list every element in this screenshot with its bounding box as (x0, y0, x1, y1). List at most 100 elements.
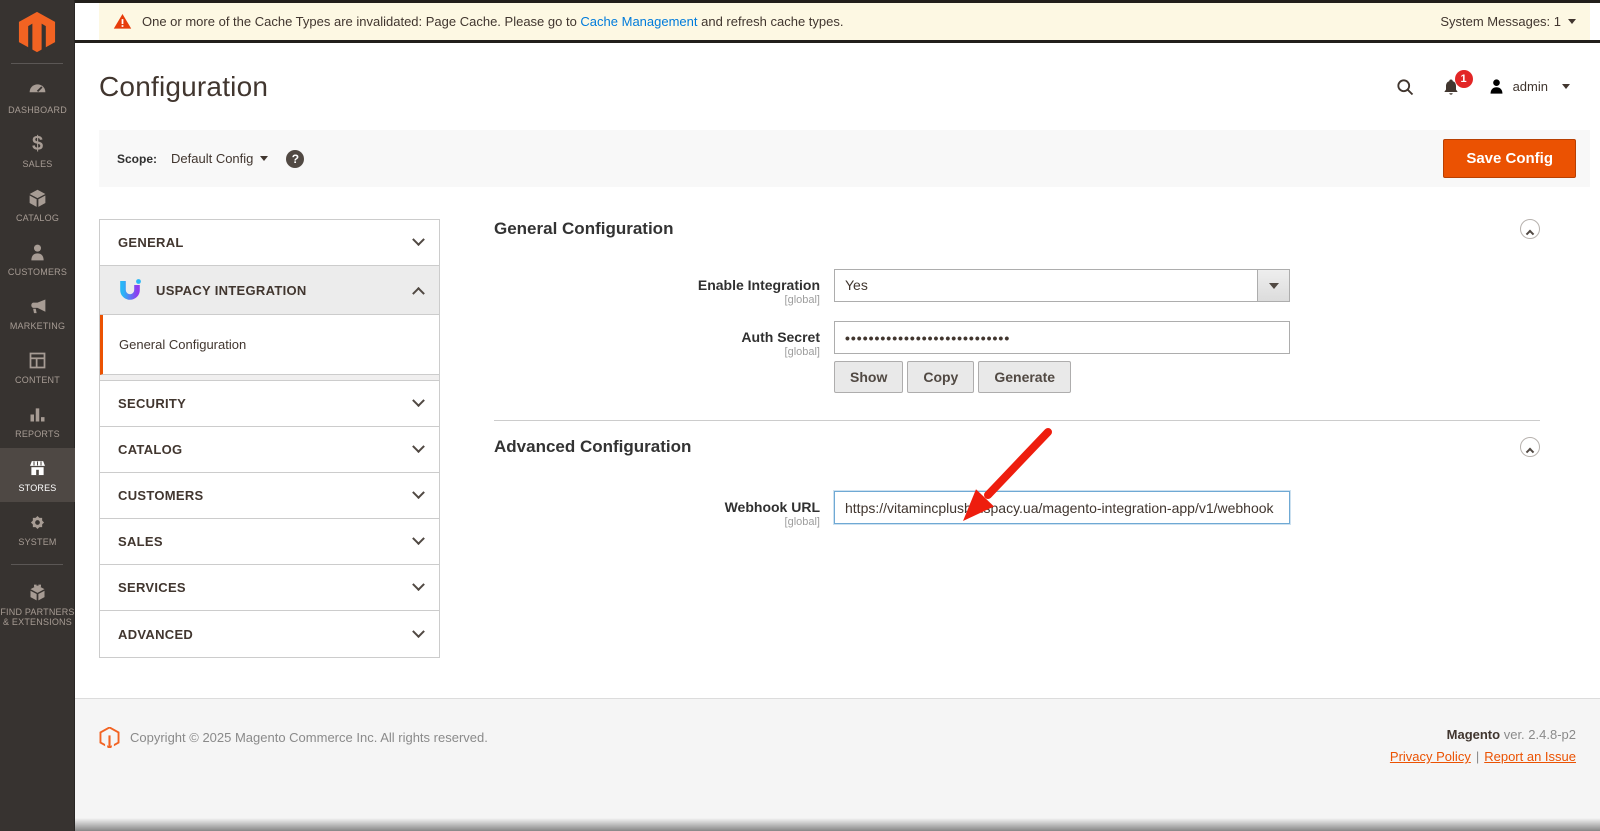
sidebar-item-label: CATALOG (16, 213, 59, 223)
sidebar-divider (11, 564, 63, 565)
sidebar-item-label: SYSTEM (18, 537, 56, 547)
webhook-url-input[interactable] (834, 491, 1290, 524)
scope-label: Scope: (117, 152, 157, 166)
generate-button[interactable]: Generate (978, 361, 1071, 393)
sidebar-item-content[interactable]: CONTENT (0, 340, 75, 394)
sidebar-item-stores[interactable]: STORES (0, 448, 75, 502)
system-messages-toggle[interactable]: System Messages: 1 (1440, 14, 1576, 29)
nav-item-customers[interactable]: CUSTOMERS (100, 473, 439, 519)
field-scope: [global] (494, 294, 820, 306)
cache-warning-text: One or more of the Cache Types are inval… (142, 14, 843, 29)
chevron-down-icon (412, 233, 425, 246)
page-header: Configuration 1 admin (75, 43, 1600, 130)
footer-left: Copyright © 2025 Magento Commerce Inc. A… (99, 727, 488, 748)
chevron-down-icon (1269, 283, 1279, 289)
chevron-down-icon (412, 532, 425, 545)
chevron-down-icon (412, 440, 425, 453)
nav-item-uspacy-integration[interactable]: USPACY INTEGRATION (100, 266, 439, 315)
magento-logo-icon[interactable] (16, 11, 58, 53)
system-message-bar: One or more of the Cache Types are inval… (99, 3, 1590, 40)
sidebar-item-label: CUSTOMERS (8, 267, 67, 277)
sidebar-item-label: REPORTS (15, 429, 60, 439)
sidebar-divider (11, 63, 63, 64)
enable-integration-select[interactable]: Yes (834, 269, 1290, 302)
bar-chart-icon (27, 403, 49, 425)
sidebar-item-label: CONTENT (15, 375, 60, 385)
select-dropdown-button[interactable] (1257, 270, 1289, 301)
layout-icon (27, 349, 49, 371)
sidebar-item-label: FIND PARTNERS& EXTENSIONS (0, 607, 74, 627)
advanced-configuration-section-head: Advanced Configuration (494, 437, 1540, 457)
sidebar-item-find-partners[interactable]: FIND PARTNERS& EXTENSIONS (0, 573, 75, 635)
nav-item-general[interactable]: GENERAL (100, 220, 439, 266)
section-divider (494, 420, 1540, 421)
scope-switcher[interactable]: Default Config (171, 151, 268, 166)
scope-help-button[interactable]: ? (286, 150, 304, 168)
field-control: Yes (834, 269, 1290, 306)
general-configuration-section-head: General Configuration (494, 219, 1540, 239)
field-label: Enable Integration [global] (494, 269, 834, 306)
nav-item-catalog[interactable]: CATALOG (100, 427, 439, 473)
sidebar-item-sales[interactable]: $ SALES (0, 124, 75, 178)
scope-bar: Scope: Default Config ? Save Config (99, 130, 1590, 187)
sidebar-item-customers[interactable]: CUSTOMERS (0, 232, 75, 286)
nav-item-security[interactable]: SECURITY (100, 381, 439, 427)
sidebar-item-marketing[interactable]: MARKETING (0, 286, 75, 340)
cache-management-link[interactable]: Cache Management (580, 14, 697, 29)
sidebar-item-reports[interactable]: REPORTS (0, 394, 75, 448)
nav-subitem-general-configuration[interactable]: General Configuration (100, 315, 439, 375)
extensions-icon (27, 581, 49, 603)
chevron-down-icon (412, 625, 425, 638)
report-issue-link[interactable]: Report an Issue (1484, 749, 1576, 764)
person-icon (27, 241, 49, 263)
save-config-button[interactable]: Save Config (1443, 139, 1576, 178)
auth-secret-row: Auth Secret [global] Show Copy Generate (494, 321, 1540, 393)
sidebar-item-label: MARKETING (10, 321, 65, 331)
notifications-button[interactable]: 1 (1441, 77, 1461, 97)
show-button[interactable]: Show (834, 361, 903, 393)
webhook-url-row: Webhook URL [global] (494, 491, 1540, 528)
admin-sidebar: DASHBOARD $ SALES CATALOG CUSTOMERS MARK… (0, 0, 75, 831)
collapse-advanced-section-button[interactable] (1520, 437, 1540, 457)
magento-admin-screen: DASHBOARD $ SALES CATALOG CUSTOMERS MARK… (0, 0, 1600, 831)
field-control: Show Copy Generate (834, 321, 1290, 393)
sidebar-item-dashboard[interactable]: DASHBOARD (0, 70, 75, 124)
chevron-down-icon (412, 486, 425, 499)
nav-item-services[interactable]: SERVICES (100, 565, 439, 611)
uspacy-logo-icon (118, 278, 142, 302)
field-label: Webhook URL [global] (494, 491, 834, 528)
user-icon (1487, 77, 1506, 96)
sidebar-item-label: STORES (18, 483, 56, 493)
config-section-nav: GENERAL USPACY INTEGRATION General Confi… (99, 219, 440, 658)
privacy-policy-link[interactable]: Privacy Policy (1390, 749, 1471, 764)
nav-item-sales[interactable]: SALES (100, 519, 439, 565)
nav-item-advanced[interactable]: ADVANCED (100, 611, 439, 657)
chevron-down-icon (1562, 84, 1570, 89)
copy-button[interactable]: Copy (907, 361, 974, 393)
footer-links: Privacy Policy|Report an Issue (1390, 749, 1576, 764)
magento-footer-logo-icon (99, 727, 120, 748)
chevron-up-icon (1526, 447, 1534, 455)
config-content: GENERAL USPACY INTEGRATION General Confi… (75, 187, 1600, 697)
auth-secret-buttons: Show Copy Generate (834, 361, 1290, 393)
page-footer: Copyright © 2025 Magento Commerce Inc. A… (75, 698, 1600, 831)
admin-user-menu[interactable]: admin (1487, 77, 1570, 96)
warning-icon (113, 12, 132, 31)
search-icon (1395, 77, 1415, 97)
sidebar-item-system[interactable]: SYSTEM (0, 502, 75, 556)
search-button[interactable] (1395, 77, 1415, 97)
enable-integration-row: Enable Integration [global] Yes (494, 269, 1540, 306)
notification-count-badge: 1 (1455, 70, 1473, 88)
sidebar-item-catalog[interactable]: CATALOG (0, 178, 75, 232)
gear-icon (27, 511, 49, 533)
storefront-icon (27, 457, 49, 479)
megaphone-icon (27, 295, 49, 317)
chevron-down-icon (412, 394, 425, 407)
version-text: Magento ver. 2.4.8-p2 (1390, 727, 1576, 742)
collapse-general-section-button[interactable] (1520, 219, 1540, 239)
chevron-down-icon (412, 578, 425, 591)
auth-secret-input[interactable] (834, 321, 1290, 354)
footer-right: Magento ver. 2.4.8-p2 Privacy Policy|Rep… (1390, 727, 1576, 764)
copyright-text: Copyright © 2025 Magento Commerce Inc. A… (130, 727, 488, 745)
field-label: Auth Secret [global] (494, 321, 834, 393)
